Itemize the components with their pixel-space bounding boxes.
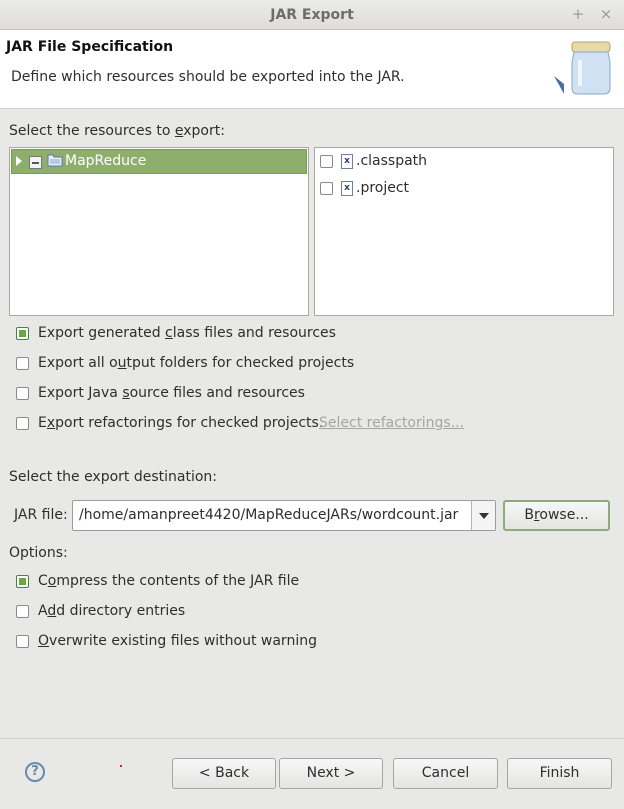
partial-checkbox[interactable] [29, 156, 42, 169]
project-folder-icon [47, 154, 63, 167]
select-refactorings-link[interactable]: Select refactorings... [319, 415, 464, 431]
help-icon[interactable]: ? [25, 762, 45, 782]
file-item-classpath[interactable]: x .classpath [317, 151, 607, 173]
checkbox[interactable] [16, 357, 29, 370]
wizard-header: JAR File Specification Define which reso… [0, 30, 624, 109]
page-title: JAR File Specification [6, 39, 174, 55]
footer-separator [0, 738, 624, 739]
browse-button[interactable]: Browse... [503, 500, 610, 531]
resources-label: Select the resources to export: [9, 123, 225, 139]
options-label: Options: [9, 545, 68, 561]
jar-file-label: JAR file: [14, 507, 68, 523]
tree-item-label: MapReduce [65, 153, 147, 169]
checkbox[interactable] [16, 635, 29, 648]
file-name: .project [356, 180, 410, 196]
file-name: .classpath [356, 153, 428, 169]
file-checkbox[interactable] [320, 155, 333, 168]
cancel-button[interactable]: Cancel [393, 758, 498, 789]
jar-file-combo[interactable]: /home/amanpreet4420/MapReduceJARs/wordco… [72, 500, 496, 531]
close-button[interactable]: × [597, 5, 615, 23]
checkbox[interactable] [16, 327, 29, 340]
xml-file-icon: x [341, 154, 353, 169]
tree-item-mapreduce[interactable]: MapReduce [11, 149, 307, 174]
decorative-dot [120, 765, 122, 767]
jar-file-value[interactable]: /home/amanpreet4420/MapReduceJARs/wordco… [79, 507, 458, 523]
next-button[interactable]: Next > [279, 758, 383, 789]
file-checkbox[interactable] [320, 182, 333, 195]
file-list[interactable]: x .classpath x .project [314, 147, 614, 316]
jar-icon [554, 41, 611, 95]
project-tree[interactable]: MapReduce [9, 147, 309, 316]
window-title: JAR Export [270, 7, 354, 23]
checkbox[interactable] [16, 575, 29, 588]
checkbox[interactable] [16, 387, 29, 400]
maximize-button[interactable]: + [569, 5, 587, 23]
checkbox[interactable] [16, 605, 29, 618]
checkbox[interactable] [16, 417, 29, 430]
finish-button[interactable]: Finish [507, 758, 612, 789]
destination-label: Select the export destination: [9, 469, 218, 485]
expand-arrow-icon[interactable] [16, 156, 22, 166]
window-titlebar: JAR Export + × [0, 0, 624, 30]
file-item-project[interactable]: x .project [317, 178, 607, 200]
back-button[interactable]: < Back [172, 758, 276, 789]
xml-file-icon: x [341, 181, 353, 196]
page-description: Define which resources should be exporte… [11, 69, 405, 85]
chevron-down-icon[interactable] [471, 501, 495, 530]
